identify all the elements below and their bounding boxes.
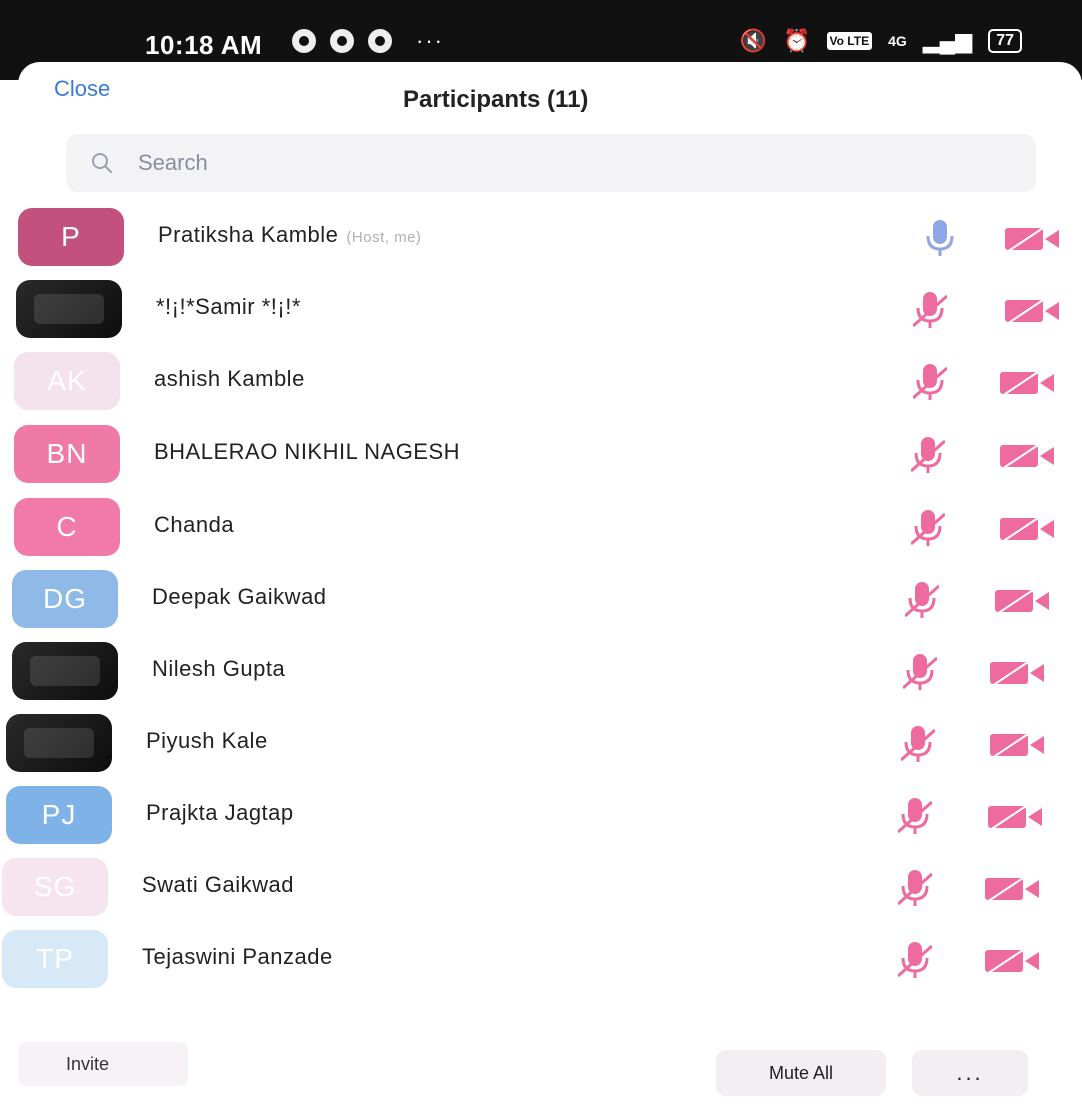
video-off-icon[interactable] [998,439,1056,471]
mic-muted-icon[interactable] [898,796,932,836]
mic-muted-icon[interactable] [913,362,947,402]
notification-icons: ··· [292,28,444,54]
video-off-icon[interactable] [988,728,1046,760]
participant-name: Deepak Gaikwad [152,584,327,610]
participant-name-text: BHALERAO NIKHIL NAGESH [154,439,461,464]
participant-name: Chanda [154,512,234,538]
video-off-icon[interactable] [998,366,1056,398]
mic-muted-icon[interactable] [903,652,937,692]
avatar: P [18,208,124,266]
participant-name-text: Nilesh Gupta [152,656,286,681]
participant-row[interactable]: C Chanda [14,490,1082,562]
video-off-icon[interactable] [993,584,1051,616]
mic-on-icon[interactable] [923,218,957,258]
participant-name-text: Tejaswini Panzade [142,944,333,969]
status-time: 10:18 AM [145,30,263,60]
mic-muted-icon[interactable] [898,868,932,908]
video-off-icon[interactable] [983,872,1041,904]
volte-icon: Vo LTE [826,32,873,50]
avatar-initials: P [61,221,81,252]
more-notifications-icon: ··· [416,28,444,53]
participants-sheet: Close Participants (11) P Pratiksha Kambl… [2,62,1082,1111]
network-type: 4G [888,33,907,49]
avatar: TP [2,930,108,988]
participant-name-text: Swati Gaikwad [142,872,295,897]
mic-muted-icon[interactable] [901,724,935,764]
video-off-icon[interactable] [983,944,1041,976]
participant-row[interactable]: *!¡!*Samir *!¡!* [16,272,1082,344]
participant-name: Pratiksha Kamble (Host, me) [158,222,421,248]
search-icon [92,153,112,173]
mic-muted-icon[interactable] [911,508,945,548]
video-off-icon[interactable] [1003,294,1061,326]
participant-row[interactable]: TP Tejaswini Panzade [2,922,1082,994]
system-indicators: 🔇 ⏰ Vo LTE 4G ▂▄▆ 77 [740,28,1022,54]
app-notification-icon [292,29,316,53]
avatar: C [14,498,120,556]
search-input[interactable] [136,149,940,177]
participant-name-text: ashish Kamble [154,366,305,391]
participant-name-text: Prajkta Jagtap [146,800,294,825]
avatar-initials: C [56,511,78,542]
participant-row[interactable]: PJ Prajkta Jagtap [6,778,1082,850]
participant-row[interactable]: SG Swati Gaikwad [2,850,1082,922]
participant-row[interactable]: Piyush Kale [6,706,1082,778]
participant-row[interactable]: AK ashish Kamble [14,344,1082,416]
avatar [6,714,112,772]
mic-muted-icon[interactable] [911,435,945,475]
avatar-initials: SG [33,871,77,902]
avatar-initials: PJ [41,799,77,830]
avatar: PJ [6,786,112,844]
mic-muted-icon[interactable] [905,580,939,620]
app-notification-icon [368,29,392,53]
participant-role: (Host, me) [346,229,422,246]
participant-name: Prajkta Jagtap [146,800,294,826]
avatar-initials: AK [47,365,87,396]
participant-name: *!¡!*Samir *!¡!* [156,294,301,320]
signal-icon: ▂▄▆ [922,28,973,53]
close-button[interactable]: Close [54,76,110,102]
participant-name-text: *!¡!*Samir *!¡!* [156,294,301,319]
video-off-icon[interactable] [986,800,1044,832]
page-title: Participants (11) [403,86,589,113]
invite-button[interactable]: Invite [18,1042,188,1086]
avatar: DG [12,570,118,628]
participant-name-text: Deepak Gaikwad [152,584,327,609]
participant-name: Nilesh Gupta [152,656,285,682]
avatar: SG [2,858,108,916]
participant-name: Tejaswini Panzade [142,944,333,970]
alarm-icon: ⏰ [783,28,811,53]
more-options-button[interactable]: ... [912,1050,1028,1096]
avatar [16,280,122,338]
participant-row[interactable]: BN BHALERAO NIKHIL NAGESH [14,417,1082,489]
participant-name-text: Piyush Kale [146,728,268,753]
video-off-icon[interactable] [988,656,1046,688]
participant-name: Piyush Kale [146,728,268,754]
avatar: AK [14,352,120,410]
video-off-icon[interactable] [1003,222,1061,254]
video-off-icon[interactable] [998,512,1056,544]
avatar-initials: BN [46,438,88,469]
avatar-initials: DG [43,583,87,614]
app-notification-icon [330,29,354,53]
mute-all-button[interactable]: Mute All [716,1050,886,1096]
participant-name: ashish Kamble [154,366,305,392]
participant-name-text: Pratiksha Kamble [158,222,339,247]
battery-icon: 77 [988,29,1022,53]
mic-muted-icon[interactable] [898,940,932,980]
avatar: BN [14,425,120,483]
participant-row[interactable]: Nilesh Gupta [12,634,1082,706]
mute-ringer-icon: 🔇 [739,28,768,53]
participant-row[interactable]: P Pratiksha Kamble (Host, me) [18,200,1082,272]
search-box[interactable] [66,134,1036,192]
participant-name: BHALERAO NIKHIL NAGESH [154,439,460,465]
avatar [12,642,118,700]
participant-name-text: Chanda [154,512,235,537]
participant-name: Swati Gaikwad [142,872,294,898]
mic-muted-icon[interactable] [913,290,947,330]
participant-row[interactable]: DG Deepak Gaikwad [12,562,1082,634]
avatar-initials: TP [36,943,74,974]
